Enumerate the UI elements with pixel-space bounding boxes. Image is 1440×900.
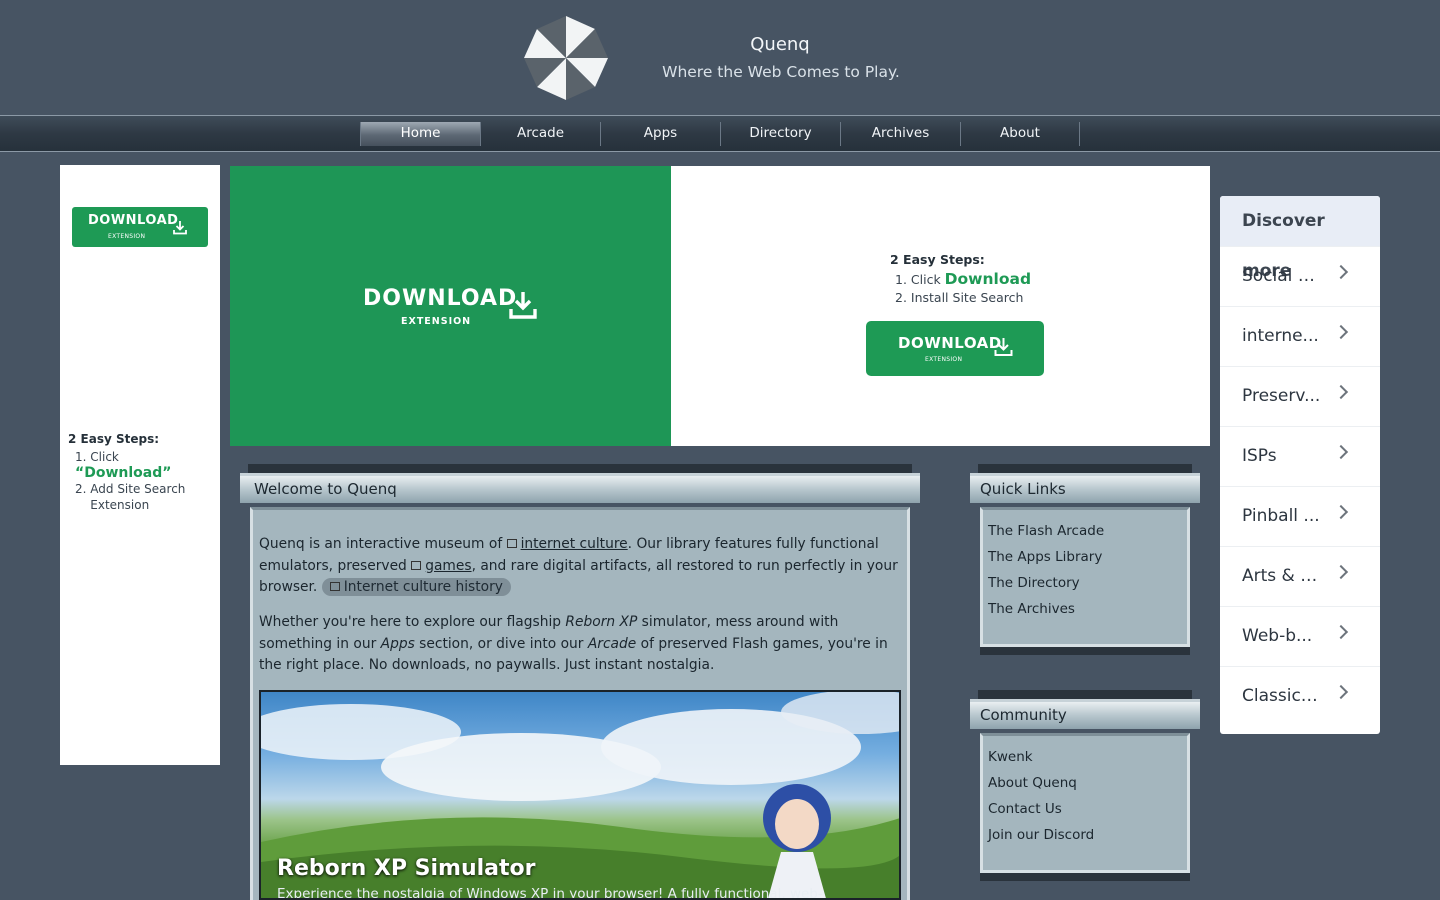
hero-description: Experience the nostalgia of Windows XP i… (277, 886, 823, 900)
discover-more-panel: Discover more Social S... interne... Pre… (1220, 196, 1380, 734)
quick-links-bottom-trim (980, 647, 1190, 655)
banner-step-1: 1. Click Download (895, 270, 1032, 288)
quick-link-apps-library[interactable]: The Apps Library (988, 544, 1104, 570)
umbrella-logo-icon[interactable] (520, 12, 612, 104)
wiki-icon (506, 539, 517, 548)
community-link-discord[interactable]: Join our Discord (988, 822, 1094, 848)
discover-more-title: Discover more (1220, 196, 1380, 281)
community-title: Community (970, 699, 1200, 729)
internet-culture-link[interactable]: internet culture (521, 536, 628, 552)
download-banner: DOWNLOAD EXTENSION 2 Easy Steps: 1. Clic… (230, 166, 1210, 446)
discover-item[interactable]: Web-b... (1220, 606, 1380, 666)
site-header: Quenq Where the Web Comes to Play. (0, 0, 1440, 115)
banner-steps-list: 1. Click Download 2. Install Site Search (895, 270, 1031, 307)
wiki-icon (411, 560, 422, 570)
nav-archives[interactable]: Archives (840, 122, 960, 146)
banner-step-2: 2. Install Site Search (895, 290, 1024, 305)
left-steps-title: 2 Easy Steps: (68, 432, 160, 446)
search-chip-icon (329, 582, 340, 591)
download-label: DOWNLOAD (88, 213, 179, 228)
chevron-right-icon (1333, 624, 1349, 640)
site-tagline: Where the Web Comes to Play. (662, 63, 900, 81)
chevron-right-icon (1333, 444, 1349, 460)
welcome-paragraph-1: Quenq is an interactive museum of intern… (259, 536, 898, 596)
banner-button-label: DOWNLOAD (898, 334, 1002, 352)
welcome-paragraph-2: Whether you're here to explore our flags… (259, 614, 888, 673)
quick-link-archives[interactable]: The Archives (988, 596, 1104, 622)
banner-download-label: DOWNLOAD (363, 286, 518, 311)
internet-culture-history-chip[interactable]: Internet culture history (321, 578, 511, 596)
banner-download-area[interactable]: DOWNLOAD EXTENSION (230, 166, 671, 446)
chevron-right-icon (1333, 384, 1349, 400)
quick-links-title: Quick Links (970, 473, 1200, 503)
welcome-panel-title: Welcome to Quenq (240, 473, 920, 503)
chevron-right-icon (1333, 564, 1349, 580)
site-title[interactable]: Quenq (645, 34, 915, 55)
discover-item[interactable]: Pinball ... (1220, 486, 1380, 546)
banner-extension-label: EXTENSION (401, 316, 472, 327)
main-nav: Home Arcade Apps Directory Archives Abou… (0, 115, 1440, 152)
chevron-right-icon (1333, 504, 1349, 520)
community-link-kwenk[interactable]: Kwenk (988, 744, 1094, 770)
left-ad: DOWNLOAD EXTENSION 2 Easy Steps: 1. Clic… (60, 165, 220, 765)
nav-home[interactable]: Home (360, 122, 480, 146)
nav-arcade[interactable]: Arcade (480, 122, 600, 146)
community-link-contact[interactable]: Contact Us (988, 796, 1094, 822)
community-bottom-trim (980, 873, 1190, 881)
extension-label: EXTENSION (108, 233, 146, 240)
chevron-right-icon (1333, 264, 1349, 280)
banner-steps-title: 2 Easy Steps: (890, 252, 985, 267)
banner-button-sub: EXTENSION (925, 356, 963, 363)
quick-link-directory[interactable]: The Directory (988, 570, 1104, 596)
banner-download-button[interactable]: DOWNLOAD EXTENSION (866, 321, 1044, 376)
left-step-2: 2. Add Site Search Extension (75, 482, 186, 512)
nav-apps[interactable]: Apps (600, 122, 720, 146)
chevron-right-icon (1333, 324, 1349, 340)
left-download-button[interactable]: DOWNLOAD EXTENSION (72, 207, 208, 247)
left-step-1-link[interactable]: “Download” (75, 465, 171, 481)
reborn-xp-hero[interactable]: Reborn XP Simulator Experience the nosta… (259, 690, 901, 900)
banner-download-icon (509, 292, 537, 319)
download-icon (173, 221, 187, 235)
community-list: Kwenk About Quenq Contact Us Join our Di… (988, 744, 1094, 848)
left-step-1: 1. Click “Download” (75, 450, 172, 481)
quick-links-list: The Flash Arcade The Apps Library The Di… (988, 518, 1104, 622)
discover-item[interactable]: ISPs (1220, 426, 1380, 486)
discover-item[interactable]: Preserv... (1220, 366, 1380, 426)
quick-link-flash-arcade[interactable]: The Flash Arcade (988, 518, 1104, 544)
chevron-right-icon (1333, 684, 1349, 700)
discover-item[interactable]: Arts & E... (1220, 546, 1380, 606)
banner-step-1-link[interactable]: Download (945, 270, 1031, 288)
left-steps-list: 1. Click “Download” 2. Add Site Search E… (75, 449, 215, 513)
discover-item[interactable]: interne... (1220, 306, 1380, 366)
nav-directory[interactable]: Directory (720, 122, 840, 146)
hero-title: Reborn XP Simulator (277, 856, 536, 881)
discover-item[interactable]: Classic ... (1220, 666, 1380, 726)
discover-item[interactable]: Social S... (1220, 246, 1380, 306)
download-icon (994, 338, 1013, 356)
games-link[interactable]: games (425, 558, 471, 574)
community-link-about[interactable]: About Quenq (988, 770, 1094, 796)
nav-about[interactable]: About (960, 122, 1080, 146)
